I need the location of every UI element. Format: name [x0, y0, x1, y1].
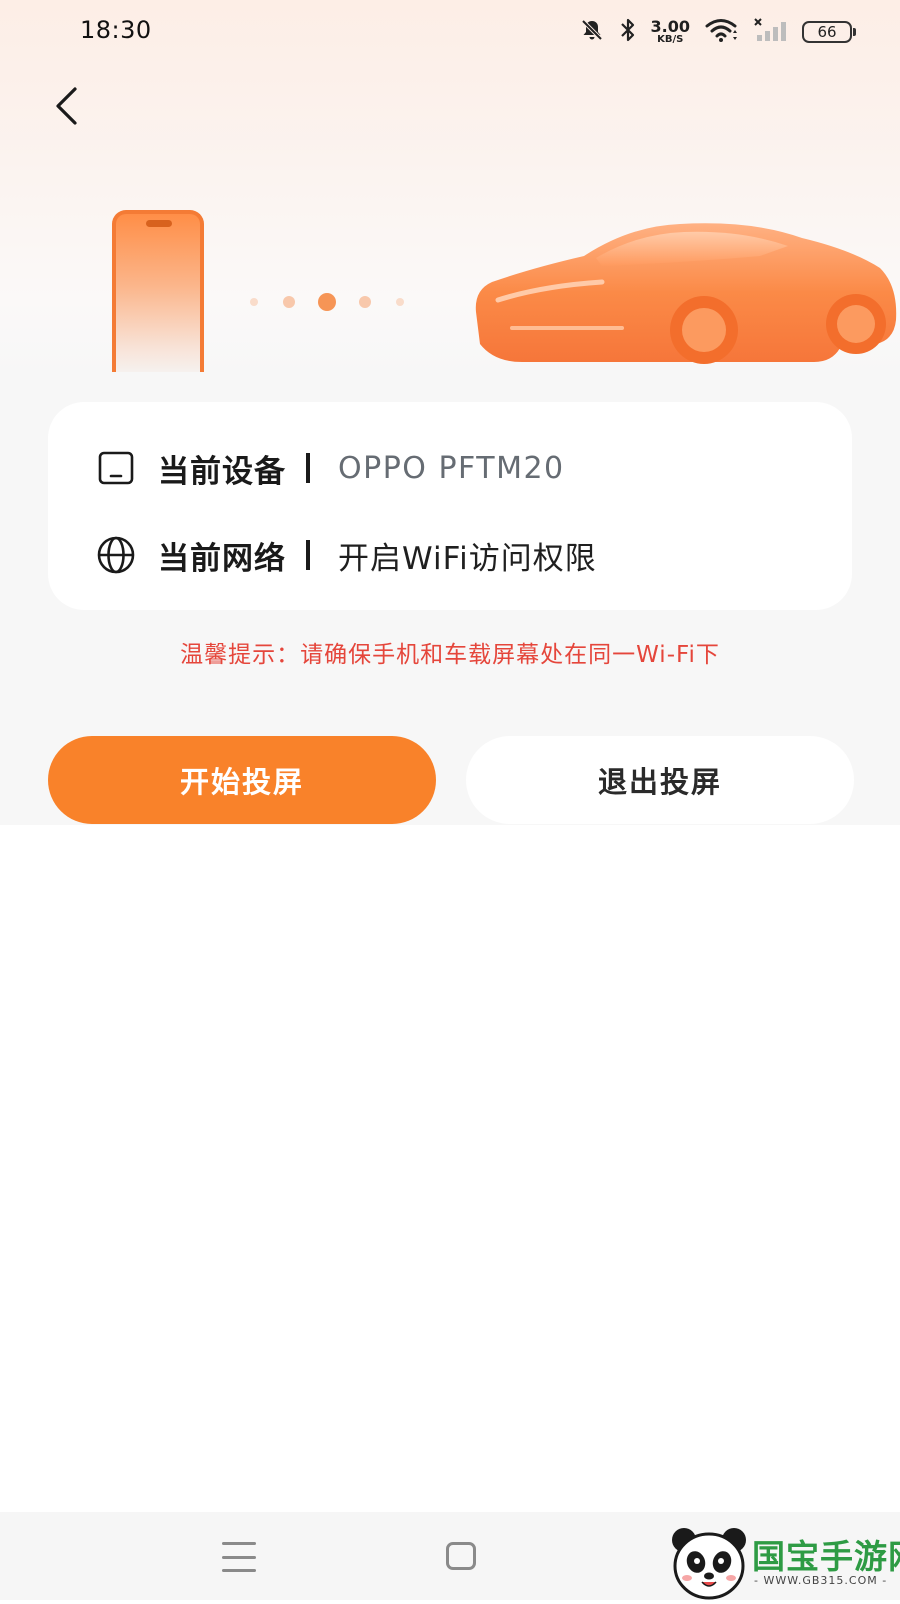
mute-icon	[579, 17, 605, 47]
separator	[306, 540, 310, 570]
net-speed-value: 3.00	[650, 17, 690, 36]
info-card: 当前设备 OPPO PFTM20 当前网络 开启WiFi访问权限	[48, 402, 852, 610]
current-network-row[interactable]: 当前网络 开启WiFi访问权限	[96, 525, 597, 585]
back-button[interactable]	[40, 78, 92, 134]
cellular-no-signal-icon	[754, 17, 788, 47]
current-device-value: OPPO PFTM20	[338, 450, 565, 486]
net-speed-unit: KB/S	[657, 34, 684, 45]
phone-illustration	[112, 210, 204, 372]
globe-icon	[96, 535, 136, 575]
current-network-value[interactable]: 开启WiFi访问权限	[338, 533, 597, 578]
current-device-row: 当前设备 OPPO PFTM20	[96, 438, 565, 498]
chevron-left-icon	[56, 87, 77, 125]
home-icon[interactable]	[446, 1542, 476, 1570]
menu-icon[interactable]	[222, 1542, 256, 1572]
battery-indicator: 66	[802, 21, 856, 43]
start-casting-button[interactable]: 开始投屏	[48, 736, 436, 824]
tip-text: 温馨提示：请确保手机和车载屏幕处在同一Wi-Fi下	[180, 642, 720, 668]
net-speed: 3.00 KB/S	[651, 19, 690, 45]
current-device-label: 当前设备	[158, 453, 286, 490]
progress-dot	[250, 298, 258, 306]
progress-dot	[396, 298, 404, 306]
exit-casting-button[interactable]: 退出投屏	[466, 736, 854, 824]
current-network-label: 当前网络	[158, 540, 286, 577]
watermark-url: - WWW.GB315.COM -	[754, 1574, 888, 1587]
progress-dot	[318, 293, 336, 311]
car-illustration	[475, 223, 897, 364]
watermark: 国宝手游网 - WWW.GB315.COM -	[668, 1520, 900, 1600]
status-bar: 18:30 3.00 KB/S 66	[0, 0, 900, 64]
status-icons: 3.00 KB/S 66	[579, 14, 856, 50]
status-time: 18:30	[80, 16, 152, 44]
casting-illustration	[0, 190, 900, 372]
progress-dot	[359, 296, 371, 308]
watermark-name: 国宝手游网	[752, 1537, 900, 1576]
panda-logo-icon	[672, 1528, 746, 1600]
tablet-icon	[96, 448, 136, 488]
wifi-icon	[704, 17, 740, 47]
progress-dot	[283, 296, 295, 308]
bluetooth-icon	[619, 17, 637, 47]
separator	[306, 453, 310, 483]
